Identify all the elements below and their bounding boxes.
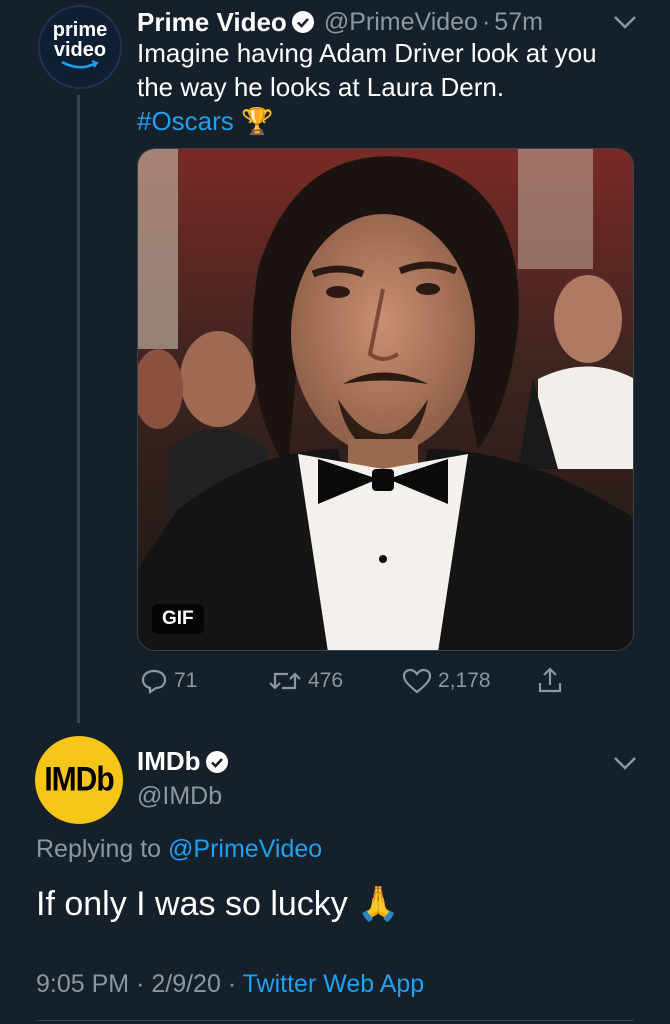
share-icon [538,667,562,693]
reply-time[interactable]: 9:05 PM [36,970,129,998]
replying-to-label: Replying to [36,835,162,863]
chevron-down-icon[interactable] [612,13,638,31]
author-name[interactable]: Prime Video [137,7,287,38]
separator-dot: · [481,7,491,36]
tweet-header: Prime Video @PrimeVideo · 57m [137,4,543,40]
imdb-logo-text: IMDb [44,760,114,799]
replying-to-mention[interactable]: @PrimeVideo [168,835,322,863]
share-action[interactable] [536,666,570,694]
retweet-action[interactable]: 476 [268,668,343,694]
gif-media[interactable]: GIF [137,148,634,651]
reply-icon [141,669,167,694]
like-icon [402,668,432,694]
verified-badge-icon [291,11,314,33]
retweet-icon [269,672,301,690]
reply-source[interactable]: Twitter Web App [243,970,425,998]
replying-to-line: Replying to @PrimeVideo [36,835,322,864]
oscar-emoji: 🏆 [241,106,274,136]
reply-count: 71 [174,669,198,692]
author-handle[interactable]: @PrimeVideo [324,8,478,37]
reply-author-handle[interactable]: @IMDb [137,782,222,811]
meta-separator-1: · [136,970,145,998]
reply-date[interactable]: 2/9/20 [151,970,221,998]
chevron-down-icon[interactable] [612,754,638,772]
reply-header: IMDb [137,746,229,777]
hashtag-link[interactable]: #Oscars [137,106,234,136]
like-count: 2,178 [438,669,491,692]
reply-meta: 9:05 PM · 2/9/20 · Twitter Web App [36,970,424,999]
praying-hands-emoji: 🙏 [357,885,400,923]
reply-author-name[interactable]: IMDb [137,746,201,777]
tweet-text-line-1: Imagine having Adam Driver look at you [137,38,597,68]
reply-text-content: If only I was so lucky [36,885,348,923]
smile-arrow-icon [61,60,99,69]
prime-video-avatar[interactable]: prime video [38,5,122,89]
verified-badge-icon [205,750,228,773]
retweet-count: 476 [308,669,344,692]
meta-separator-2: · [227,970,237,998]
reply-text: If only I was so lucky 🙏 [36,884,400,924]
timestamp[interactable]: 57m [494,8,543,37]
imdb-avatar[interactable]: IMDb [35,736,123,824]
thread-line [77,95,80,723]
avatar-logo-text-prime: prime [52,19,108,41]
like-action[interactable]: 2,178 [402,668,491,694]
reply-action[interactable]: 71 [140,668,197,694]
tweet-text: Imagine having Adam Driver look at you t… [137,36,597,138]
avatar-logo-text-video: video [53,39,107,61]
gif-badge: GIF [152,604,204,634]
gif-image [138,149,633,650]
divider [36,1020,634,1021]
tweet-text-line-2: the way he looks at Laura Dern. [137,72,505,102]
